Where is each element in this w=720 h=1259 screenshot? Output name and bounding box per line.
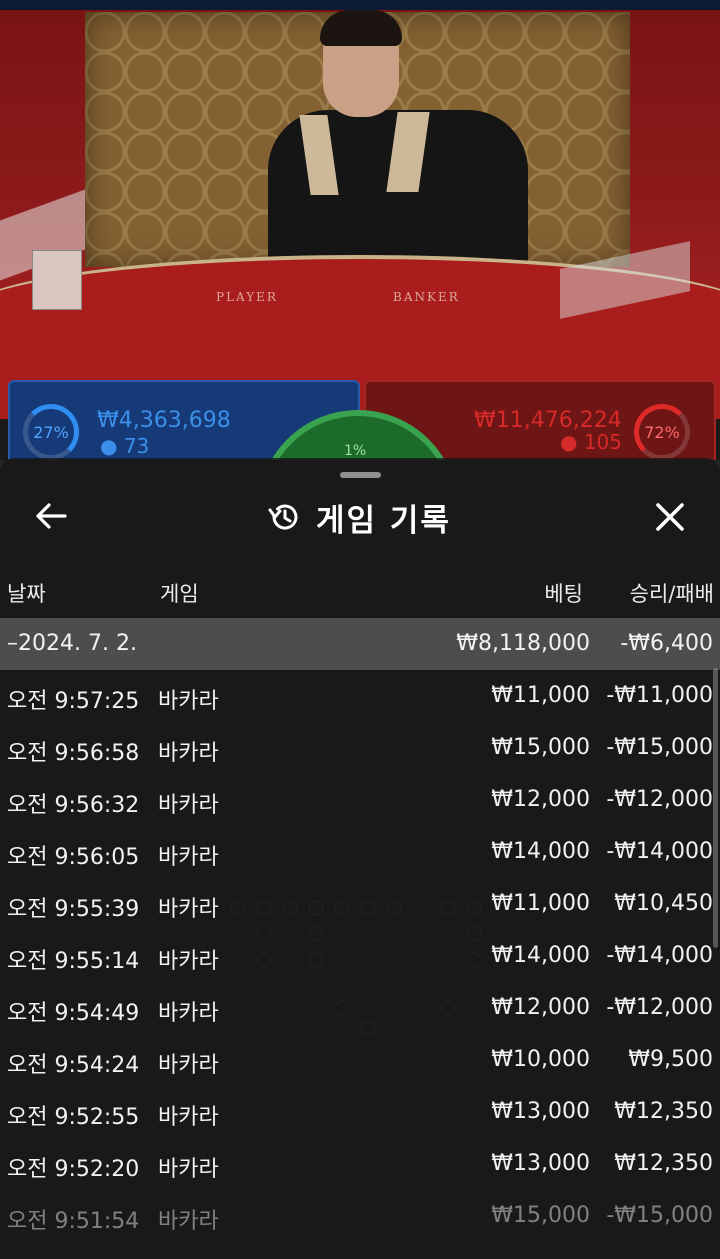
tie-percent: 1% (344, 443, 367, 459)
row-bet: ₩15,000 (491, 1203, 590, 1228)
row-result: -₩14,000 (606, 943, 713, 968)
history-row[interactable]: 오전 9:54:24 바카라 ₩10,000 ₩9,500 (0, 1034, 720, 1086)
dealer-hair (320, 10, 402, 46)
row-time: 오전 9:54:49 (7, 1001, 140, 1026)
row-game: 바카라 (158, 689, 219, 714)
row-game: 바카라 (158, 1105, 219, 1130)
row-time: 오전 9:56:32 (7, 793, 140, 818)
row-time: 오전 9:57:25 (7, 689, 140, 714)
history-row[interactable]: 오전 9:56:32 바카라 ₩12,000 -₩12,000 (0, 774, 720, 826)
row-time: 오전 9:55:39 (7, 897, 140, 922)
history-row[interactable]: 오전 9:55:39 바카라 ₩11,000 ₩10,450 (0, 878, 720, 930)
row-bet: ₩14,000 (491, 943, 590, 968)
row-bet: ₩11,000 (491, 891, 590, 916)
list-scrollbar[interactable] (713, 668, 718, 948)
row-bet: ₩11,000 (491, 683, 590, 708)
row-result: ₩10,450 (614, 891, 713, 916)
history-row[interactable]: 오전 9:52:20 바카라 ₩13,000 ₩12,350 (0, 1138, 720, 1190)
row-game: 바카라 (158, 949, 219, 974)
row-game: 바카라 (158, 897, 219, 922)
row-time: 오전 9:51:54 (7, 1209, 140, 1234)
row-bet: ₩14,000 (491, 839, 590, 864)
felt-banker-label: BANKER (393, 290, 460, 304)
date-group-row[interactable]: –2024. 7. 2. ₩8,118,000 -₩6,400 (0, 618, 720, 670)
history-icon (268, 504, 298, 530)
history-row[interactable]: 오전 9:52:55 바카라 ₩13,000 ₩12,350 (0, 1086, 720, 1138)
row-game: 바카라 (158, 1209, 219, 1234)
history-row[interactable]: 오전 9:54:49 바카라 ₩12,000 -₩12,000 (0, 982, 720, 1034)
group-date: –2024. 7. 2. (7, 631, 137, 656)
row-result: ₩9,500 (628, 1047, 713, 1072)
row-result: ₩12,350 (614, 1151, 713, 1176)
card-stack (32, 250, 82, 310)
row-game: 바카라 (158, 793, 219, 818)
group-result-total: -₩6,400 (620, 631, 713, 656)
history-row[interactable]: 오전 9:57:25 바카라 ₩11,000 -₩11,000 (0, 670, 720, 722)
row-result: ₩12,350 (614, 1099, 713, 1124)
row-result: -₩12,000 (606, 995, 713, 1020)
row-result: -₩14,000 (606, 839, 713, 864)
close-icon (656, 503, 684, 531)
column-header-game: 게임 (160, 582, 199, 606)
column-header-result: 승리/패배 (629, 582, 714, 606)
row-result: -₩15,000 (606, 1203, 713, 1228)
felt-player-label: PLAYER (216, 290, 278, 304)
status-bar (0, 0, 720, 10)
player-total-amount: ₩4,363,698 (97, 408, 231, 433)
row-bet: ₩13,000 (491, 1151, 590, 1176)
row-bet: ₩13,000 (491, 1099, 590, 1124)
player-count-value: 73 (123, 434, 150, 458)
history-row[interactable]: 오전 9:56:05 바카라 ₩14,000 -₩14,000 (0, 826, 720, 878)
person-icon: ● (560, 430, 578, 454)
banker-count: ● 105 (560, 430, 622, 454)
row-time: 오전 9:55:14 (7, 949, 140, 974)
person-icon: ● (100, 434, 118, 458)
row-game: 바카라 (158, 741, 219, 766)
row-bet: ₩15,000 (491, 735, 590, 760)
game-history-sheet: 게임 기록 날짜 게임 베팅 승리/패배 –2024. 7. 2. ₩8,118… (0, 458, 720, 1259)
banker-percent-ring: 72% (634, 404, 690, 460)
arrow-left-icon (36, 503, 67, 529)
row-result: -₩15,000 (606, 735, 713, 760)
row-time: 오전 9:56:05 (7, 845, 140, 870)
sheet-drag-handle[interactable] (340, 472, 381, 478)
row-result: -₩12,000 (606, 787, 713, 812)
player-count: ● 73 (100, 434, 149, 458)
row-game: 바카라 (158, 1053, 219, 1078)
row-time: 오전 9:54:24 (7, 1053, 140, 1078)
row-game: 바카라 (158, 1157, 219, 1182)
history-row[interactable]: 오전 9:56:58 바카라 ₩15,000 -₩15,000 (0, 722, 720, 774)
history-row[interactable]: 오전 9:51:54 바카라 ₩15,000 -₩15,000 (0, 1190, 720, 1242)
row-time: 오전 9:52:20 (7, 1157, 140, 1182)
column-header-date: 날짜 (7, 582, 46, 606)
banker-count-value: 105 (583, 430, 622, 454)
table-header: 날짜 게임 베팅 승리/패배 (0, 568, 720, 614)
row-game: 바카라 (158, 845, 219, 870)
row-time: 오전 9:52:55 (7, 1105, 140, 1130)
history-row[interactable]: 오전 9:55:14 바카라 ₩14,000 -₩14,000 (0, 930, 720, 982)
row-time: 오전 9:56:58 (7, 741, 140, 766)
row-bet: ₩12,000 (491, 995, 590, 1020)
sheet-title: 게임 기록 (316, 502, 451, 539)
row-result: -₩11,000 (606, 683, 713, 708)
row-bet: ₩12,000 (491, 787, 590, 812)
row-bet: ₩10,000 (491, 1047, 590, 1072)
sheet-header: 게임 기록 (266, 492, 451, 542)
column-header-bet: 베팅 (544, 582, 583, 606)
row-game: 바카라 (158, 1001, 219, 1026)
group-bet-total: ₩8,118,000 (456, 631, 590, 656)
back-button[interactable] (26, 494, 76, 538)
player-percent-ring: 27% (23, 404, 79, 460)
close-button[interactable] (645, 492, 695, 542)
